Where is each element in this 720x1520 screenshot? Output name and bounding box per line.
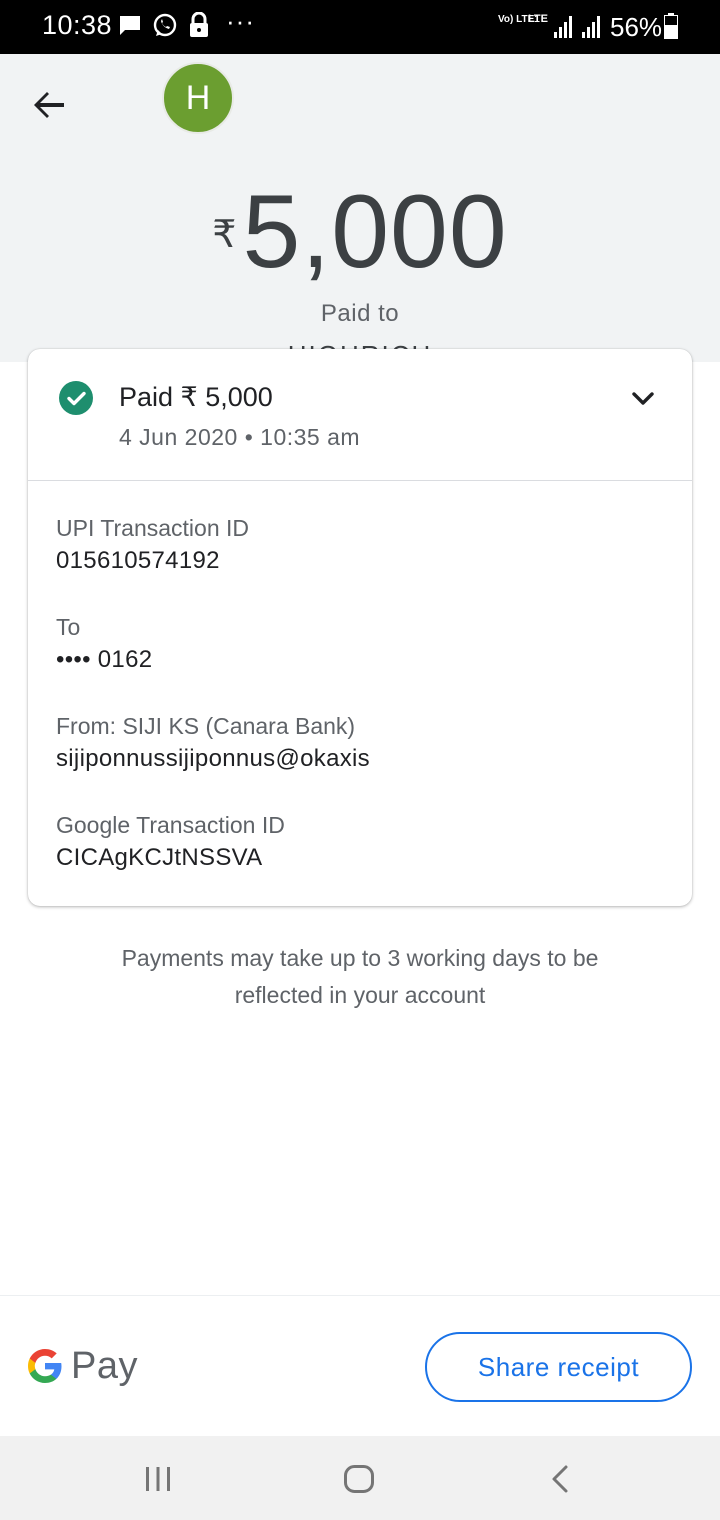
battery-icon <box>664 13 678 39</box>
payment-header: H ₹5,000 Paid to HIGHRICH <box>0 54 720 362</box>
transaction-datetime: 4 Jun 2020 • 10:35 am <box>119 424 361 450</box>
footer-bar: Pay Share receipt <box>0 1295 720 1436</box>
back-arrow-icon[interactable] <box>30 84 70 124</box>
signal-icon-2 <box>582 14 600 38</box>
gpay-wordmark: Pay <box>71 1344 138 1387</box>
paid-amount-title: Paid ₹ 5,000 <box>119 382 273 412</box>
signal-icon <box>554 14 572 38</box>
lte-indicator: LTE <box>528 13 548 25</box>
home-icon[interactable] <box>343 1464 375 1494</box>
system-nav-bar <box>0 1436 720 1520</box>
lock-icon <box>190 12 208 37</box>
check-circle-icon <box>59 381 93 415</box>
detail-value: CICAgKCJtNSSVA <box>56 844 263 871</box>
more-dots-icon: ··· <box>226 6 255 36</box>
whatsapp-icon <box>153 13 177 37</box>
amount-value: 5,000 <box>242 174 508 290</box>
detail-google-id: Google Transaction ID CICAgKCJtNSSVA <box>56 810 676 909</box>
currency-symbol: ₹ <box>212 214 237 256</box>
recent-apps-icon[interactable] <box>144 1466 172 1492</box>
detail-value: sijiponnussijiponnus@okaxis <box>56 745 370 772</box>
detail-label: Google Transaction ID <box>56 812 285 838</box>
processing-note: Payments may take up to 3 working days t… <box>121 945 599 1008</box>
chevron-down-icon[interactable] <box>628 385 658 411</box>
avatar[interactable]: H <box>162 62 234 134</box>
detail-upi-id: UPI Transaction ID 015610574192 <box>56 513 676 612</box>
transaction-details: UPI Transaction ID 015610574192 To •••• … <box>56 513 676 909</box>
battery-percent: 56% <box>610 12 663 42</box>
amount-display: ₹5,000 <box>0 174 720 290</box>
transaction-summary[interactable]: Paid ₹ 5,000 4 Jun 2020 • 10:35 am <box>28 349 692 481</box>
status-time: 10:38 <box>42 10 113 40</box>
detail-from: From: SIJI KS (Canara Bank) sijiponnussi… <box>56 711 676 810</box>
paid-to-label: Paid to <box>320 300 400 327</box>
chat-icon <box>120 16 140 35</box>
detail-label: To <box>56 614 81 640</box>
share-receipt-button[interactable]: Share receipt <box>425 1332 692 1402</box>
detail-label: UPI Transaction ID <box>56 515 250 541</box>
transaction-card: Paid ₹ 5,000 4 Jun 2020 • 10:35 am UPI T… <box>28 349 692 906</box>
detail-value: •••• 0162 <box>56 646 153 673</box>
gpay-logo: Pay <box>27 1344 138 1388</box>
detail-label: From: SIJI KS (Canara Bank) <box>56 713 356 739</box>
detail-to: To •••• 0162 <box>56 612 676 711</box>
detail-value: 015610574192 <box>56 547 220 574</box>
notification-icons <box>118 12 210 38</box>
status-bar: 10:38 ··· Vo) LTE1 LTE 56% <box>0 0 720 54</box>
google-g-icon <box>28 1349 62 1383</box>
back-nav-icon[interactable] <box>548 1464 572 1494</box>
